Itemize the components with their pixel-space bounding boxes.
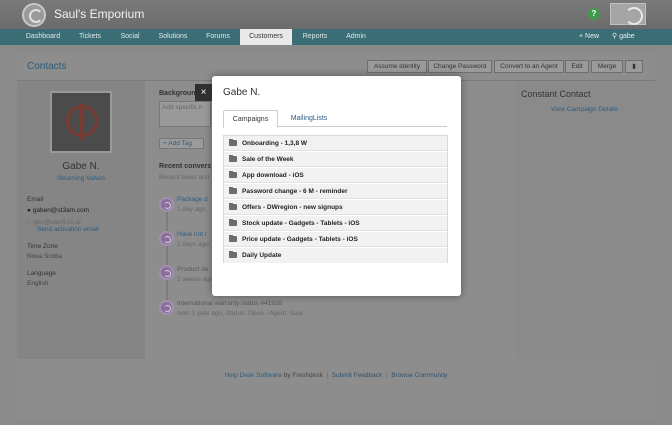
list-item[interactable]: Offers - DWregion - new signups — [224, 200, 447, 215]
language-label: Language — [27, 270, 56, 277]
by-text: by Freshdesk — [283, 372, 323, 379]
ticket-icon — [159, 300, 174, 315]
list-item[interactable]: Password change - 6 M - reminder — [224, 184, 447, 199]
list-item[interactable]: Sale of the Week — [224, 152, 447, 167]
ticket-icon — [159, 197, 174, 212]
send-activation-link[interactable]: Send activation email — [37, 226, 99, 233]
helpdesk-link[interactable]: Help Desk Software — [224, 372, 281, 379]
brand-name: Saul's Emporium — [54, 7, 145, 21]
folder-icon — [229, 154, 237, 162]
timeline-title[interactable]: Product de — [177, 266, 208, 273]
contact-name: Gabe N. — [62, 161, 100, 172]
view-campaign-link[interactable]: View Campaign Details — [551, 106, 618, 113]
folder-icon — [229, 170, 237, 178]
freshdesk-logo-icon[interactable] — [22, 3, 46, 27]
nav-tickets[interactable]: Tickets — [70, 29, 110, 45]
timeline-title[interactable]: Package d — [177, 196, 208, 203]
footer: Help Desk Software by Freshdesk | Submit… — [224, 372, 448, 379]
nav-solutions[interactable]: Solutions — [150, 29, 196, 45]
list-item[interactable]: App download - iOS — [224, 168, 447, 183]
list-item[interactable]: Daily Update — [224, 248, 447, 263]
secondary-email: ○ gbn@valv0.co.ie — [27, 219, 81, 226]
secondary-email-value: gbn@valv0.co.ie — [32, 219, 81, 226]
timezone-value: Nova Scotia — [27, 253, 63, 260]
close-icon[interactable]: × — [195, 84, 212, 101]
modal-title: Gabe N. — [223, 87, 261, 98]
ticket-icon — [159, 265, 174, 280]
agent-avatar[interactable] — [610, 3, 646, 25]
modal-tabs: Campaigns MailingLists — [223, 110, 447, 128]
folder-icon — [229, 202, 237, 210]
campaign-label: Sale of the Week — [242, 156, 294, 163]
folder-icon — [229, 218, 237, 226]
campaign-list: Onboarding - 1,3,8 W Sale of the Week Ap… — [223, 135, 448, 263]
valve-wheel-icon — [66, 104, 98, 140]
search-box[interactable]: ⚲ gabe — [612, 29, 635, 45]
new-button[interactable]: + New — [579, 29, 599, 45]
folder-icon — [229, 234, 237, 242]
tab-campaigns[interactable]: Campaigns — [223, 110, 278, 128]
timeline-title[interactable]: Have not r — [177, 231, 207, 238]
timezone-label: Time Zone — [27, 243, 58, 250]
change-password-button[interactable]: Change Password — [428, 60, 492, 73]
edit-button[interactable]: Edit — [565, 60, 589, 73]
primary-email-value: gaben@st3am.com — [32, 207, 90, 214]
nav-admin[interactable]: Admin — [338, 29, 374, 45]
page-title[interactable]: Contacts — [27, 61, 66, 72]
email-label: Email — [27, 196, 44, 203]
timeline-meta: 2 weeks ago — [177, 276, 214, 283]
background-label: Backgroun — [159, 90, 196, 97]
nav-reports[interactable]: Reports — [294, 29, 336, 45]
timeline-title[interactable]: International warranty status #41928 — [177, 300, 282, 307]
add-tag-button[interactable]: + Add Tag — [159, 138, 204, 149]
nav-social[interactable]: Social — [112, 29, 148, 45]
tab-mailinglists[interactable]: MailingLists — [281, 110, 337, 128]
company-link[interactable]: Steaming Valves — [17, 175, 145, 182]
merge-button[interactable]: Merge — [591, 60, 623, 73]
folder-icon — [229, 186, 237, 194]
background-input[interactable]: Add specific n — [159, 101, 211, 127]
main-nav: Dashboard Tickets Social Solutions Forum… — [0, 29, 672, 45]
list-item[interactable]: Onboarding - 1,3,8 W — [224, 136, 447, 151]
timeline-line — [166, 205, 168, 305]
list-item[interactable]: Price update - Gadgets - Tablets - iOS — [224, 232, 447, 247]
campaign-label: Daily Update — [242, 252, 282, 259]
campaign-label: Price update - Gadgets - Tablets - iOS — [242, 236, 358, 243]
primary-email: ● gaben@st3am.com — [27, 207, 89, 214]
add-tag-label: Add Tag — [168, 140, 192, 147]
browse-community-link[interactable]: Browse Community — [391, 372, 447, 379]
search-value: gabe — [619, 33, 635, 40]
new-label: New — [585, 33, 600, 40]
help-icon[interactable]: ? — [588, 8, 600, 20]
nav-forums[interactable]: Forums — [198, 29, 238, 45]
constant-contact-title: Constant Contact — [521, 89, 591, 99]
submit-feedback-link[interactable]: Submit Feedback — [332, 372, 383, 379]
campaign-label: App download - iOS — [242, 172, 304, 179]
assume-identity-button[interactable]: Assume Identity — [367, 60, 427, 73]
nav-customers[interactable]: Customers — [240, 29, 292, 45]
timeline-meta: 2 days ago, — [177, 241, 211, 248]
nav-dashboard[interactable]: Dashboard — [18, 29, 68, 45]
trash-icon: ▮ — [632, 63, 636, 70]
timeline-meta: 1 day ago, — [177, 206, 208, 213]
language-value: English — [27, 280, 49, 287]
campaign-label: Onboarding - 1,3,8 W — [242, 140, 308, 147]
ticket-icon — [159, 231, 174, 246]
delete-button[interactable]: ▮ — [625, 60, 643, 73]
contact-avatar — [50, 91, 112, 153]
campaign-label: Stock update - Gadgets - Tablets - iOS — [242, 220, 360, 227]
convert-agent-button[interactable]: Convert to an Agent — [494, 60, 564, 73]
timeline-meta: over 1 year ago, Status: Open · Agent: S… — [177, 310, 303, 317]
folder-icon — [229, 250, 237, 258]
recent-sub: Recent ticket and — [159, 174, 210, 181]
campaign-label: Password change - 6 M - reminder — [242, 188, 348, 195]
list-item[interactable]: Stock update - Gadgets - Tablets - iOS — [224, 216, 447, 231]
folder-icon — [229, 138, 237, 146]
campaign-label: Offers - DWregion - new signups — [242, 204, 343, 211]
integrations-sidebar — [515, 81, 655, 359]
recent-label: Recent convers — [159, 163, 212, 170]
